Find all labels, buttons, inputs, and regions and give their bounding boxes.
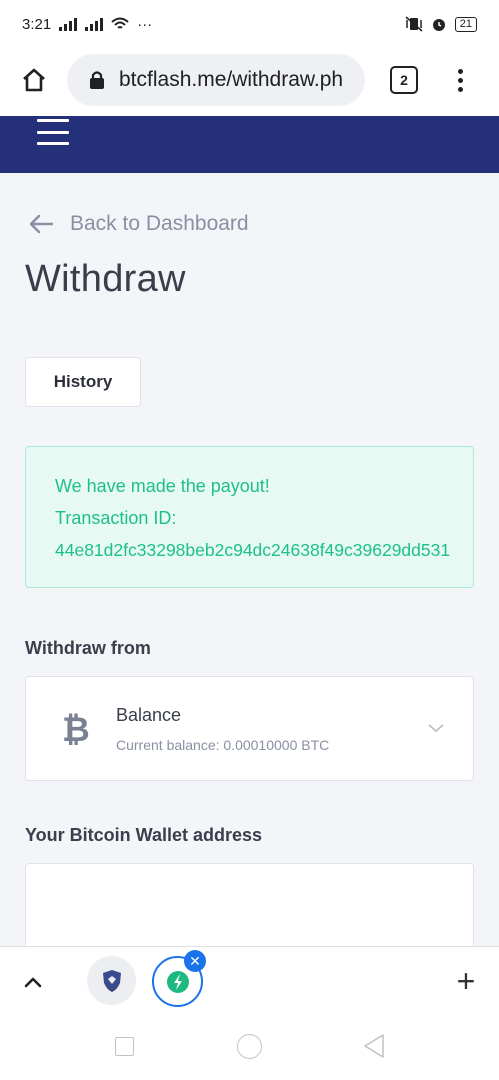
alarm-icon — [432, 19, 445, 31]
status-time: 3:21 — [22, 15, 52, 33]
status-right: 21 — [405, 16, 477, 32]
withdraw-from-label: Withdraw from — [25, 638, 151, 658]
chevron-down-icon — [428, 724, 444, 733]
alert-transaction-id: 44e81d2fc33298beb2c94dc24638f49c39629dd5… — [55, 540, 451, 560]
browser-bottom-toolbar: ✕ + — [0, 946, 499, 1013]
back-to-dashboard-link[interactable]: Back to Dashboard — [28, 212, 249, 236]
back-link-label: Back to Dashboard — [70, 212, 249, 235]
lock-icon — [85, 68, 109, 92]
system-navigation-bar — [0, 1013, 499, 1080]
vibrate-icon — [405, 16, 423, 32]
arrow-left-icon — [29, 214, 54, 234]
tab-thumbnail[interactable] — [87, 956, 136, 1005]
btcflash-logo-icon — [166, 970, 189, 993]
signal-icon-2 — [85, 17, 104, 31]
nav-back-icon[interactable] — [362, 1033, 386, 1059]
chevron-up-icon[interactable] — [22, 971, 44, 993]
plus-icon[interactable]: + — [452, 961, 480, 1001]
balance-select[interactable]: ₿ Balance Current balance: 0.00010000 BT… — [25, 676, 474, 781]
nav-recents-icon[interactable] — [115, 1037, 134, 1056]
home-button[interactable] — [16, 62, 52, 98]
payout-success-alert: We have made the payout! Transaction ID:… — [25, 446, 474, 588]
wallet-address-label: Your Bitcoin Wallet address — [25, 825, 263, 845]
home-icon — [23, 68, 45, 92]
more-vert-icon[interactable] — [448, 62, 472, 98]
battery-icon: 21 — [454, 16, 477, 32]
browser-address-bar: btcflash.me/withdraw.ph 2 — [0, 48, 499, 116]
bitcoin-icon: ₿ — [62, 711, 90, 749]
signal-icon — [59, 17, 78, 31]
shield-icon — [102, 969, 121, 992]
page-title: Withdraw — [25, 258, 186, 300]
history-button[interactable]: History — [25, 357, 141, 407]
tabs-button[interactable]: 2 — [390, 66, 418, 94]
wifi-icon — [111, 17, 129, 29]
tab-count: 2 — [400, 72, 408, 88]
alert-transaction-label: Transaction ID: — [55, 508, 177, 528]
alert-message: We have made the payout! — [55, 476, 270, 496]
hamburger-icon[interactable] — [37, 119, 69, 145]
balance-subtitle: Current balance: 0.00010000 BTC — [116, 737, 330, 753]
nav-home-icon[interactable] — [237, 1034, 262, 1059]
close-icon[interactable]: ✕ — [184, 950, 206, 972]
balance-title: Balance — [116, 705, 182, 725]
url-text: btcflash.me/withdraw.ph — [119, 68, 344, 91]
status-more: ··· — [137, 15, 153, 33]
site-header — [0, 116, 499, 173]
url-field[interactable]: btcflash.me/withdraw.ph — [67, 54, 365, 106]
wallet-address-input[interactable] — [25, 863, 474, 953]
status-left: 3:21 ··· — [22, 16, 152, 33]
status-bar: 3:21 ··· 21 — [0, 0, 499, 48]
